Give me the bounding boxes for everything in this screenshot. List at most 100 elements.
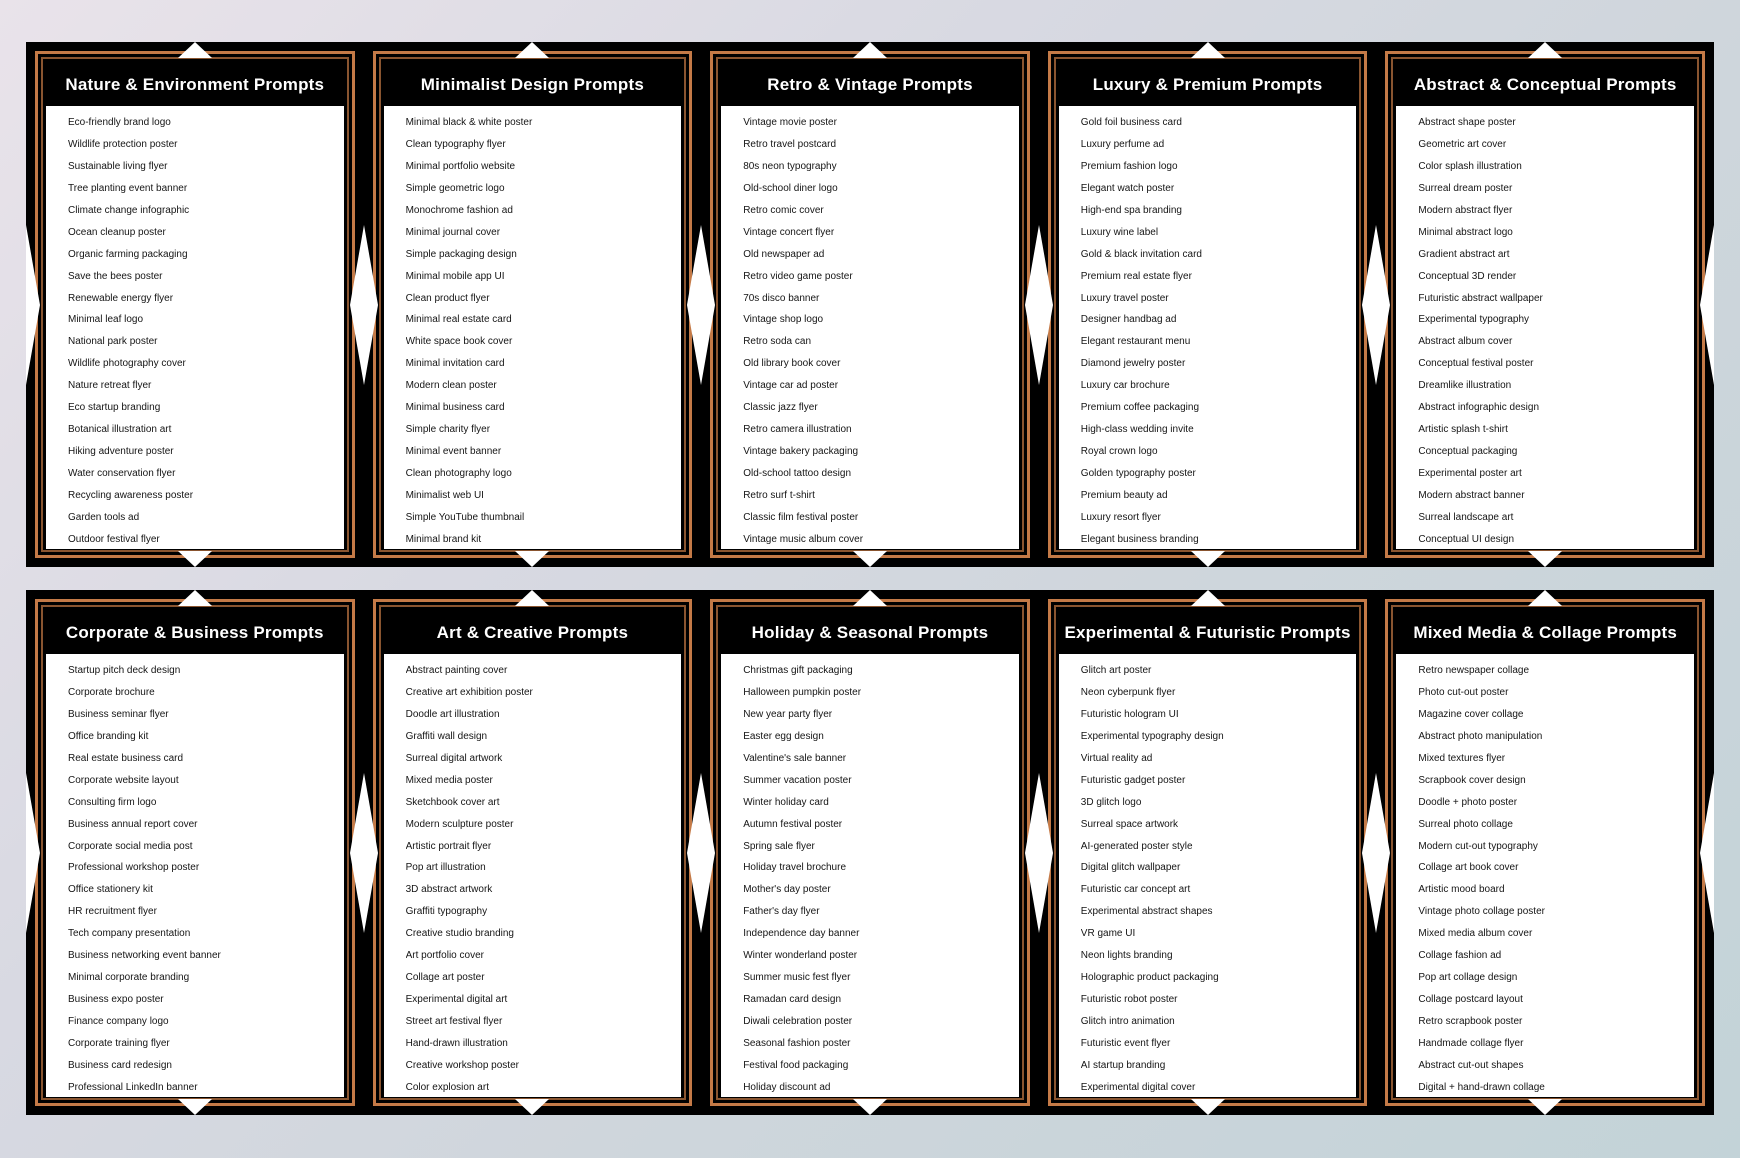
prompt-list-item: Vintage photo collage poster <box>1418 901 1694 923</box>
prompt-list-item: Handmade collage flyer <box>1418 1033 1694 1055</box>
prompt-list-item: Golden typography poster <box>1081 463 1357 485</box>
top-card-strip: Nature & Environment Prompts Eco-friendly… <box>26 42 1714 567</box>
prompt-list-item: Creative art exhibition poster <box>406 682 682 704</box>
prompt-list-item: Retro video game poster <box>743 266 1019 288</box>
prompt-list-item: Luxury travel poster <box>1081 288 1357 310</box>
prompt-list-item: Simple YouTube thumbnail <box>406 507 682 529</box>
prompt-list-panel: Eco-friendly brand logo Wildlife protecti… <box>46 106 344 549</box>
prompt-list: Christmas gift packaging Halloween pumpki… <box>721 654 1019 1099</box>
decorative-notch-r-shape <box>687 224 702 385</box>
prompt-list-item: Conceptual festival poster <box>1418 353 1694 375</box>
prompt-list-item: Surreal dream poster <box>1418 178 1694 200</box>
prompt-list-item: Street art festival flyer <box>406 1011 682 1033</box>
prompt-list-item: Vintage movie poster <box>743 112 1019 134</box>
prompt-list-item: Retro surf t-shirt <box>743 485 1019 507</box>
prompt-list-item: Futuristic abstract wallpaper <box>1418 288 1694 310</box>
prompt-list-item: Digital glitch wallpaper <box>1081 857 1357 879</box>
decorative-tri-bottom-shape <box>852 551 887 567</box>
prompt-list-item: Scrapbook cover design <box>1418 770 1694 792</box>
decorative-notch-r-shape <box>1700 224 1714 385</box>
prompt-list-item: Graffiti typography <box>406 901 682 923</box>
decorative-tri-top-shape <box>852 42 887 58</box>
prompt-card: Abstract & Conceptual Prompts Abstract sh… <box>1376 42 1714 567</box>
prompt-list-item: Dreamlike illustration <box>1418 375 1694 397</box>
prompt-list-item: Business seminar flyer <box>68 704 344 726</box>
prompt-list-item: Eco startup branding <box>68 397 344 419</box>
prompt-list-item: Mixed textures flyer <box>1418 748 1694 770</box>
prompt-list-item: Minimal leaf logo <box>68 309 344 331</box>
prompt-list-item: Royal crown logo <box>1081 441 1357 463</box>
decorative-tri-bottom-shape <box>852 1099 887 1115</box>
decorative-notch-l-shape <box>701 224 716 385</box>
prompt-list-panel: Gold foil business card Luxury perfume ad… <box>1058 106 1357 551</box>
prompt-list-item: Clean photography logo <box>406 463 682 485</box>
prompt-list-item: New year party flyer <box>743 704 1019 726</box>
prompt-list-item: Clean typography flyer <box>406 134 682 156</box>
prompt-list-item: Elegant watch poster <box>1081 178 1357 200</box>
prompt-list-item: Minimal corporate branding <box>68 967 344 989</box>
prompt-list-item: Father's day flyer <box>743 901 1019 923</box>
prompt-list-item: Spring sale flyer <box>743 836 1019 858</box>
prompt-list-item: Retro scrapbook poster <box>1418 1011 1694 1033</box>
decorative-notch-l-shape <box>1038 772 1053 933</box>
prompt-list-item: Virtual reality ad <box>1081 748 1357 770</box>
decorative-notch-l-shape <box>701 772 716 933</box>
prompt-list-item: Premium beauty ad <box>1081 485 1357 507</box>
prompt-list-item: Pop art illustration <box>406 857 682 879</box>
decorative-tri-top-shape <box>1190 590 1225 606</box>
prompt-list-item: Futuristic event flyer <box>1081 1033 1357 1055</box>
prompt-list-item: Creative studio branding <box>406 923 682 945</box>
prompt-list-item: Old library book cover <box>743 353 1019 375</box>
decorative-notch-l-shape <box>363 772 378 933</box>
prompt-list-item: Minimal portfolio website <box>406 156 682 178</box>
prompt-list-item: Art portfolio cover <box>406 945 682 967</box>
prompt-list-item: White space book cover <box>406 331 682 353</box>
prompt-list-item: Botanical illustration art <box>68 419 344 441</box>
prompt-list-item: Graffiti wall design <box>406 726 682 748</box>
prompt-list-item: Luxury resort flyer <box>1081 507 1357 529</box>
prompt-list-item: Autumn festival poster <box>743 814 1019 836</box>
prompt-card: Retro & Vintage Prompts Vintage movie pos… <box>701 42 1039 567</box>
prompt-list-item: Abstract cut-out shapes <box>1418 1055 1694 1077</box>
prompt-list-item: Vintage music album cover <box>743 529 1019 551</box>
prompt-list-item: Futuristic gadget poster <box>1081 770 1357 792</box>
prompt-card: Holiday & Seasonal Prompts Christmas gift… <box>701 590 1039 1115</box>
card-title: Holiday & Seasonal Prompts <box>751 623 989 642</box>
prompt-list-item: Simple charity flyer <box>406 419 682 441</box>
prompt-list-item: Premium coffee packaging <box>1081 397 1357 419</box>
prompt-list-item: Minimalist web UI <box>406 485 682 507</box>
prompt-list-item: Independence day banner <box>743 923 1019 945</box>
prompt-list-item: Neon lights branding <box>1081 945 1357 967</box>
prompt-list-item: Mixed media album cover <box>1418 923 1694 945</box>
prompt-list-item: Office branding kit <box>68 726 344 748</box>
prompt-list-item: Color splash illustration <box>1418 156 1694 178</box>
prompt-card: Experimental & Futuristic Prompts Glitch … <box>1038 590 1377 1115</box>
decorative-tri-top-shape <box>177 42 212 58</box>
prompt-list-item: Minimal brand kit <box>406 529 682 551</box>
prompt-list-item: Elegant business branding <box>1081 529 1357 551</box>
prompt-list-item: Experimental digital cover <box>1081 1077 1357 1099</box>
prompt-list-item: Hand-drawn illustration <box>406 1033 682 1055</box>
decorative-notch-r-shape <box>1362 224 1377 385</box>
decorative-tri-bottom-shape <box>515 1099 550 1115</box>
prompt-list-item: High-class wedding invite <box>1081 419 1357 441</box>
prompt-list-item: Artistic mood board <box>1418 879 1694 901</box>
prompt-list-item: AI-generated poster style <box>1081 836 1357 858</box>
prompt-list-item: Old newspaper ad <box>743 244 1019 266</box>
prompt-list: Retro newspaper collage Photo cut-out pos… <box>1396 654 1694 1099</box>
prompt-list: Startup pitch deck design Corporate broch… <box>46 654 344 1099</box>
prompt-list-item: Corporate social media post <box>68 836 344 858</box>
decorative-notch-r-shape <box>349 772 364 933</box>
decorative-notch-l-shape <box>1376 772 1391 933</box>
prompt-list-item: Startup pitch deck design <box>68 660 344 682</box>
decorative-notch-l-shape <box>26 772 40 933</box>
prompt-list-item: Abstract shape poster <box>1418 112 1694 134</box>
prompt-list-item: Modern abstract banner <box>1418 485 1694 507</box>
prompt-list-item: Holiday travel brochure <box>743 857 1019 879</box>
prompt-list-item: Professional LinkedIn banner <box>68 1077 344 1099</box>
prompt-list-item: Business expo poster <box>68 989 344 1011</box>
prompt-list-item: 70s disco banner <box>743 288 1019 310</box>
prompt-list-item: Doodle art illustration <box>406 704 682 726</box>
prompt-list-item: Gold foil business card <box>1081 112 1357 134</box>
prompt-list-item: Neon cyberpunk flyer <box>1081 682 1357 704</box>
